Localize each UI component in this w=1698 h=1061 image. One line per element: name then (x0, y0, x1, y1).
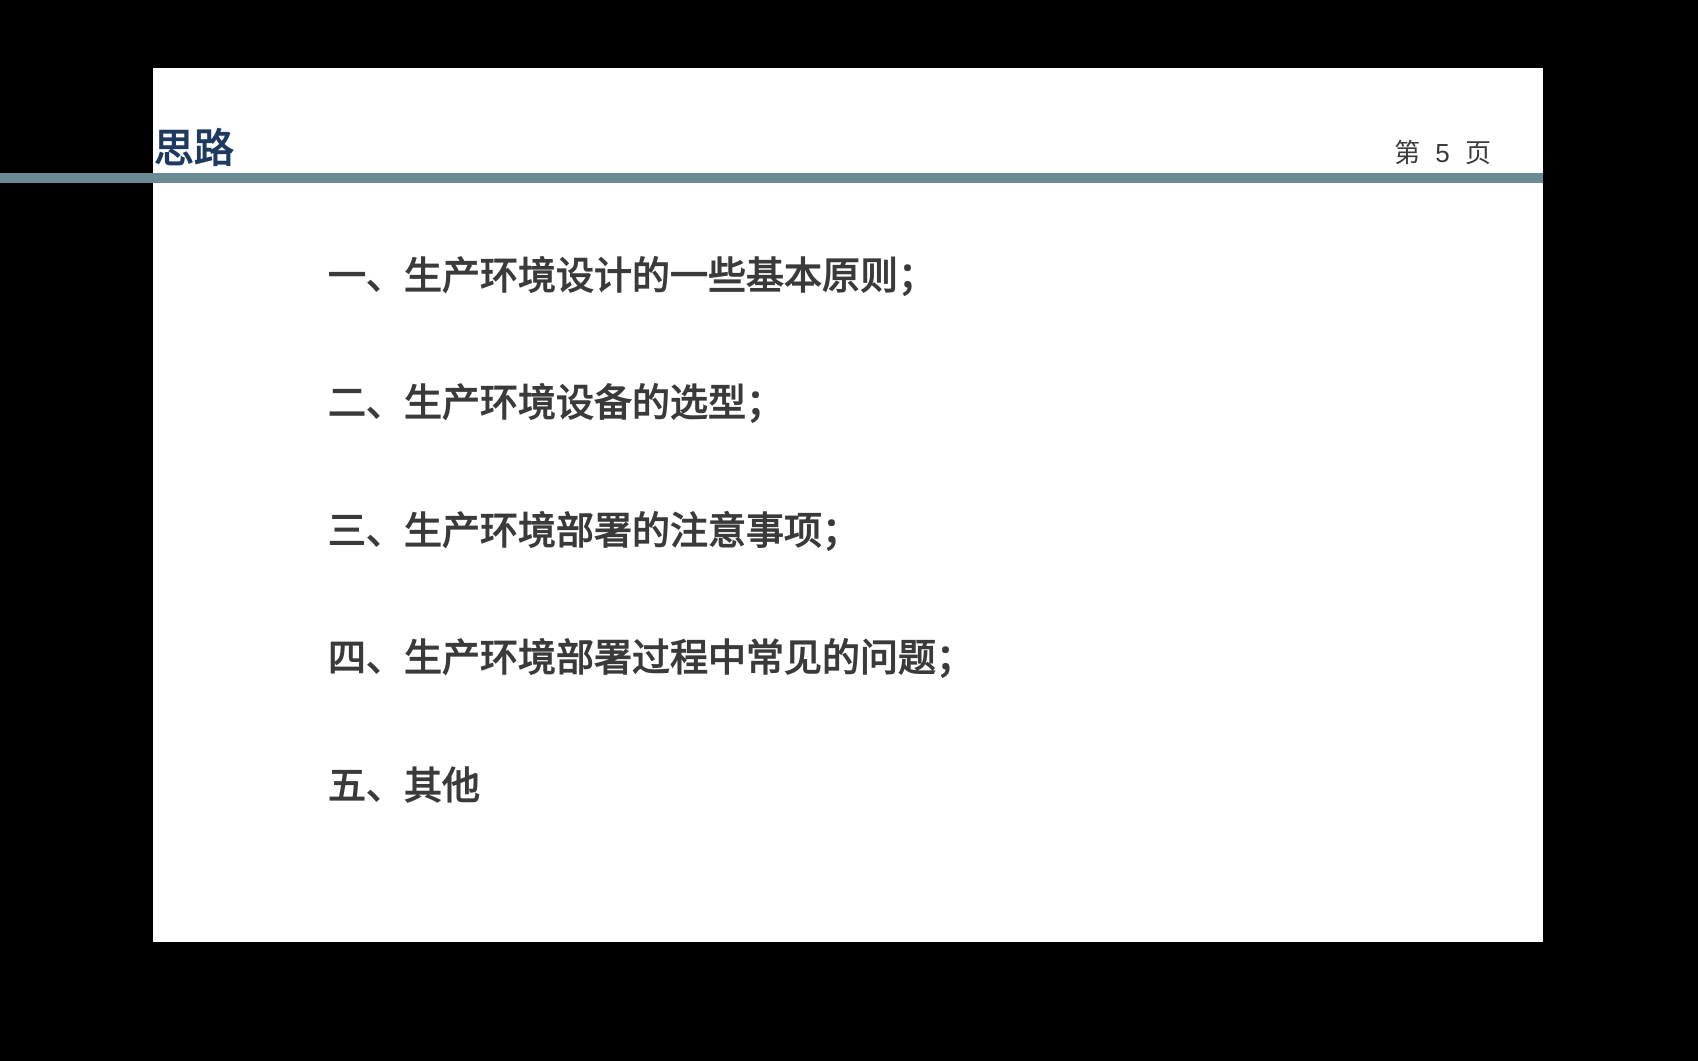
list-item: 四、生产环境部署过程中常见的问题； (328, 635, 974, 684)
list-item: 一、生产环境设计的一些基本原则； (328, 253, 974, 302)
page-number: 第 5 页 (1394, 133, 1495, 170)
slide-content: 一、生产环境设计的一些基本原则； 二、生产环境设备的选型； 三、生产环境部署的注… (328, 253, 974, 890)
list-item: 五、其他 (328, 763, 974, 812)
slide: 思路 第 5 页 一、生产环境设计的一些基本原则； 二、生产环境设备的选型； 三… (153, 68, 1543, 942)
slide-title: 思路 (154, 116, 234, 174)
header-divider (0, 173, 1543, 183)
list-item: 三、生产环境部署的注意事项； (328, 508, 974, 557)
list-item: 二、生产环境设备的选型； (328, 380, 974, 429)
slide-header: 思路 第 5 页 (58, 68, 1543, 174)
